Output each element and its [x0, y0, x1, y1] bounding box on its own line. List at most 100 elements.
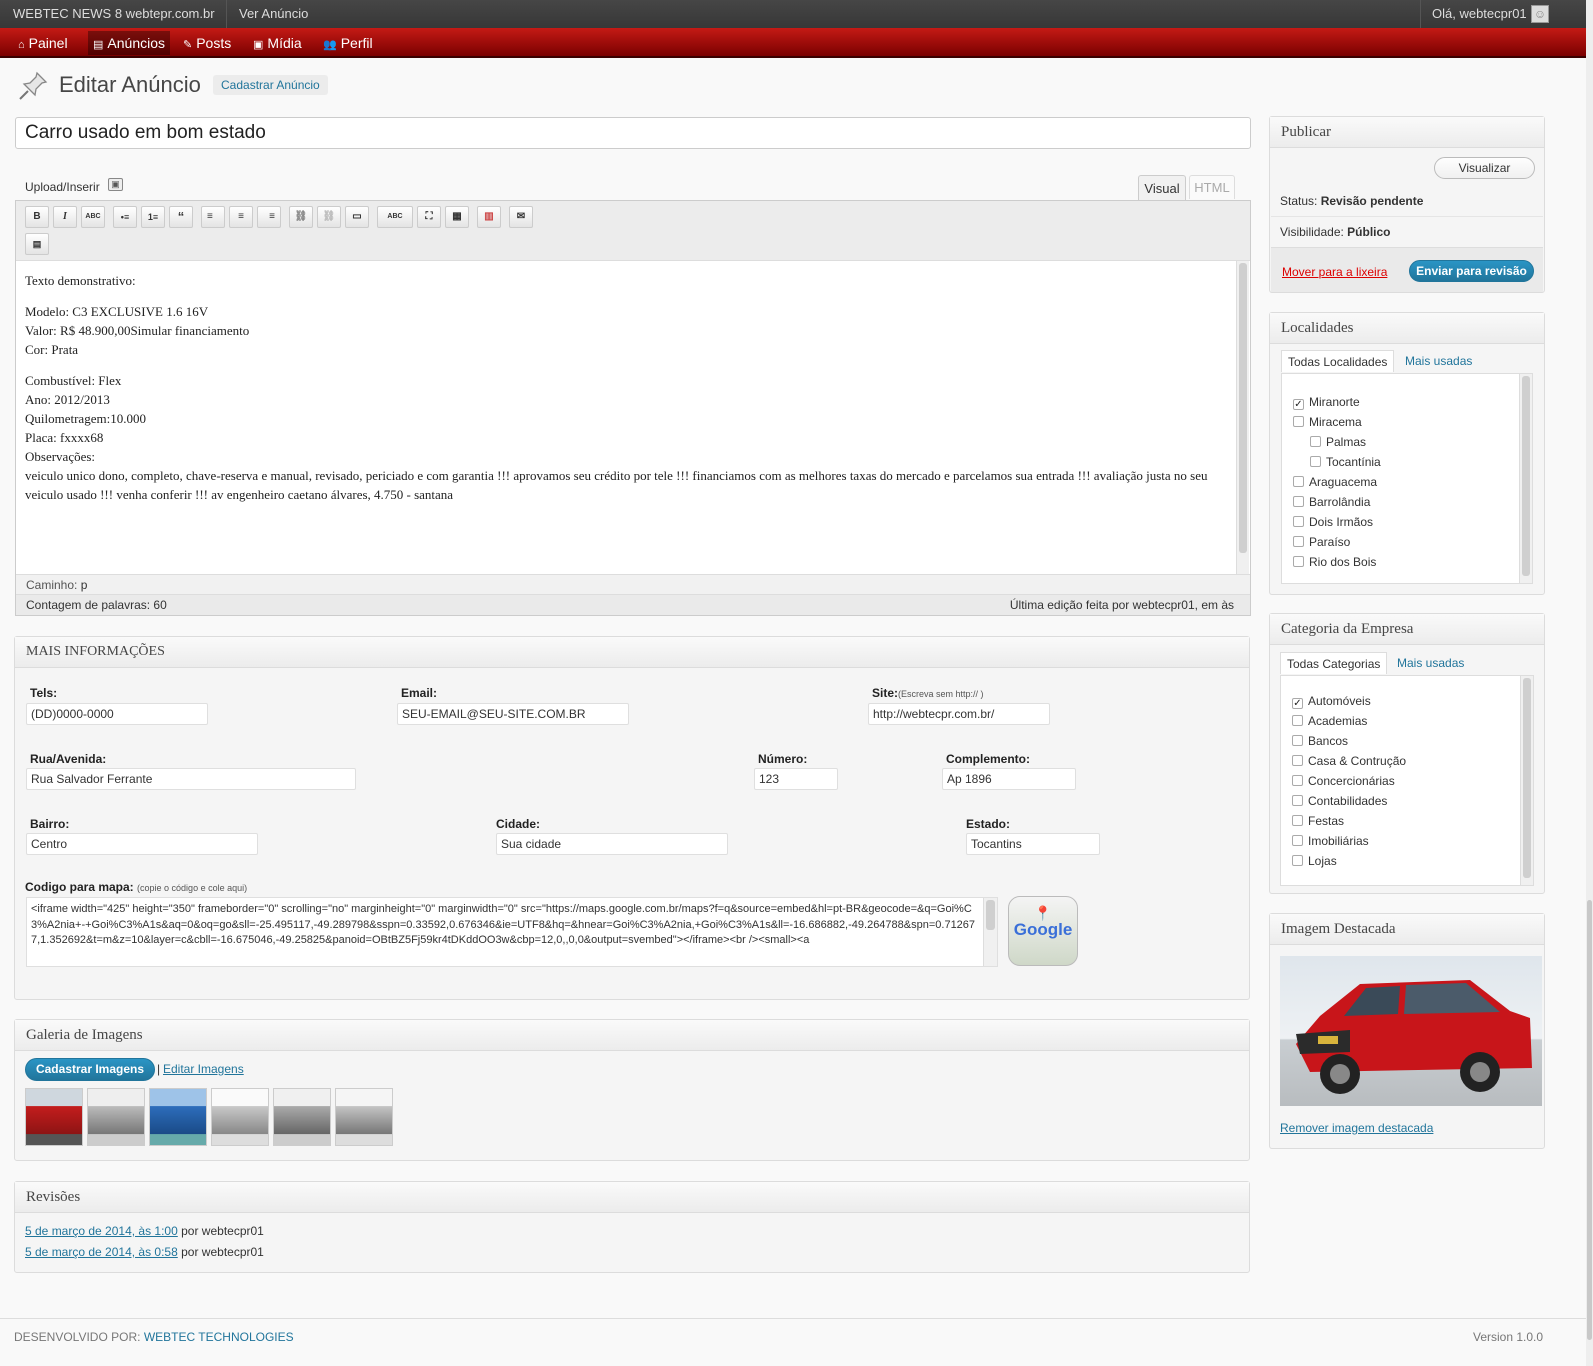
menu-item-posts[interactable]: ✎ Posts	[178, 31, 236, 55]
checkbox-item[interactable]: Bancos	[1292, 731, 1406, 751]
upload-media-icon[interactable]: ▣	[108, 178, 123, 191]
checkbox-item[interactable]: Contabilidades	[1292, 791, 1406, 811]
checkbox-item[interactable]: ✓ Miranorte	[1293, 392, 1381, 412]
checkbox-item[interactable]: Imobiliárias	[1292, 831, 1406, 851]
insert-more-button[interactable]: ▭	[345, 206, 369, 228]
rua-input[interactable]: Rua Salvador Ferrante	[26, 768, 356, 790]
checkbox[interactable]	[1293, 476, 1304, 487]
insert-link-button[interactable]: ⛓	[289, 206, 313, 228]
checkbox[interactable]	[1293, 416, 1304, 427]
numero-input[interactable]: 123	[754, 768, 838, 790]
kitchen-sink-button[interactable]: ▦	[445, 206, 469, 228]
numbered-list-button[interactable]: 1≡	[141, 206, 165, 228]
checkbox-item[interactable]: Palmas	[1293, 432, 1381, 452]
strikethrough-button[interactable]: ABC	[81, 206, 105, 228]
move-to-trash-link[interactable]: Mover para a lixeira	[1282, 265, 1387, 279]
tels-input[interactable]: (DD)0000-0000	[26, 703, 208, 725]
italic-button[interactable]: I	[53, 206, 77, 228]
checkbox[interactable]	[1292, 735, 1303, 746]
checkbox[interactable]	[1293, 536, 1304, 547]
checkbox[interactable]	[1292, 755, 1303, 766]
extra-plugin-button[interactable]: ▤	[25, 233, 49, 255]
align-right-button[interactable]: ≡	[257, 206, 281, 228]
gallery-thumb[interactable]	[149, 1088, 207, 1146]
gallery-thumb[interactable]	[273, 1088, 331, 1146]
checkbox[interactable]	[1292, 835, 1303, 846]
tab-todas-categorias[interactable]: Todas Categorias	[1280, 652, 1388, 674]
align-left-button[interactable]: ≡	[201, 206, 225, 228]
site-name-link[interactable]: WEBTEC NEWS 8 webtepr.com.br	[13, 0, 215, 28]
checkbox[interactable]: ✓	[1293, 399, 1304, 410]
editor-scrollbar[interactable]	[1236, 261, 1249, 574]
checkbox[interactable]	[1292, 775, 1303, 786]
menu-item-midia[interactable]: ▣ Mídia	[248, 31, 307, 55]
checkbox[interactable]	[1292, 855, 1303, 866]
checkbox[interactable]	[1293, 516, 1304, 527]
checkbox-item[interactable]: Festas	[1292, 811, 1406, 831]
gallery-thumb[interactable]	[87, 1088, 145, 1146]
checkbox-item[interactable]: ✓ Automóveis	[1292, 691, 1406, 711]
greeting-link[interactable]: Olá, webtecpr01	[1432, 0, 1527, 28]
gallery-thumb[interactable]	[335, 1088, 393, 1146]
localidades-scrollbar[interactable]	[1519, 374, 1532, 583]
tab-todas-localidades[interactable]: Todas Localidades	[1281, 350, 1395, 372]
checkbox-item[interactable]: Dois Irmãos	[1293, 512, 1381, 532]
align-center-button[interactable]: ≡	[229, 206, 253, 228]
estado-input[interactable]: Tocantins	[966, 833, 1100, 855]
checkbox-item[interactable]: Concercionárias	[1292, 771, 1406, 791]
checkbox[interactable]	[1293, 556, 1304, 567]
avatar[interactable]: ☺	[1531, 5, 1549, 23]
categoria-scrollbar[interactable]	[1520, 676, 1533, 885]
webtec-link[interactable]: WEBTEC TECHNOLOGIES	[144, 1330, 294, 1344]
checkbox[interactable]: ✓	[1292, 698, 1303, 709]
page-scrollbar[interactable]	[1586, 0, 1593, 1366]
upload-insert-label[interactable]: Upload/Inserir	[25, 180, 100, 194]
checkbox-item[interactable]: Academias	[1292, 711, 1406, 731]
checkbox[interactable]	[1292, 795, 1303, 806]
menu-item-painel[interactable]: ⌂ Painel	[13, 31, 73, 55]
remove-featured-image-link[interactable]: Remover imagem destacada	[1280, 1121, 1433, 1135]
checkbox[interactable]	[1292, 815, 1303, 826]
checkbox[interactable]	[1292, 715, 1303, 726]
cidade-input[interactable]: Sua cidade	[496, 833, 728, 855]
site-input[interactable]: http://webtecpr.com.br/	[868, 703, 1050, 725]
checkbox-item[interactable]: Lojas	[1292, 851, 1406, 871]
gallery-thumb[interactable]	[25, 1088, 83, 1146]
checkbox-item[interactable]: Tocantínia	[1293, 452, 1381, 472]
cadastrar-imagens-button[interactable]: Cadastrar Imagens	[25, 1058, 155, 1081]
featured-image[interactable]	[1280, 956, 1542, 1106]
bairro-input[interactable]: Centro	[26, 833, 258, 855]
checkbox[interactable]	[1293, 496, 1304, 507]
checkbox-item[interactable]: Paraíso	[1293, 532, 1381, 552]
checkbox-item[interactable]: Araguacema	[1293, 472, 1381, 492]
bold-button[interactable]: B	[25, 206, 49, 228]
checkbox[interactable]	[1310, 436, 1321, 447]
gallery-thumb[interactable]	[211, 1088, 269, 1146]
checkbox-item[interactable]: Casa & Contrução	[1292, 751, 1406, 771]
post-title-input[interactable]: Carro usado em bom estado	[15, 117, 1251, 149]
checkbox[interactable]	[1310, 456, 1321, 467]
tab-visual[interactable]: Visual	[1138, 175, 1186, 201]
tab-mais-usadas-categorias[interactable]: Mais usadas	[1391, 652, 1470, 674]
preview-button[interactable]: Visualizar	[1434, 157, 1535, 179]
email-button[interactable]: ✉	[509, 206, 533, 228]
email-input[interactable]: SEU-EMAIL@SEU-SITE.COM.BR	[397, 703, 629, 725]
menu-item-perfil[interactable]: 👥 Perfil	[318, 31, 378, 55]
unlink-button[interactable]: ⛓	[317, 206, 341, 228]
spellcheck-button[interactable]: ABC	[377, 206, 413, 228]
editar-imagens-link[interactable]: Editar Imagens	[163, 1062, 244, 1076]
add-new-ad-button[interactable]: Cadastrar Anúncio	[213, 75, 328, 95]
mapa-textarea[interactable]: <iframe width="425" height="350" framebo…	[26, 897, 998, 967]
complemento-input[interactable]: Ap 1896	[942, 768, 1076, 790]
view-ad-link[interactable]: Ver Anúncio	[239, 0, 308, 28]
checkbox-item[interactable]: Miracema	[1293, 412, 1381, 432]
fullscreen-button[interactable]: ⛶	[417, 206, 441, 228]
checkbox-item[interactable]: Barrolândia	[1293, 492, 1381, 512]
tab-mais-usadas-localidades[interactable]: Mais usadas	[1399, 350, 1478, 372]
checkbox-item[interactable]: Rio dos Bois	[1293, 552, 1381, 572]
chart-button[interactable]: ▥	[477, 206, 501, 228]
bullet-list-button[interactable]: •≡	[113, 206, 137, 228]
tab-html[interactable]: HTML	[1189, 175, 1235, 199]
menu-item-anuncios[interactable]: ▤ Anúncios	[88, 31, 170, 55]
submit-for-review-button[interactable]: Enviar para revisão	[1409, 260, 1534, 282]
